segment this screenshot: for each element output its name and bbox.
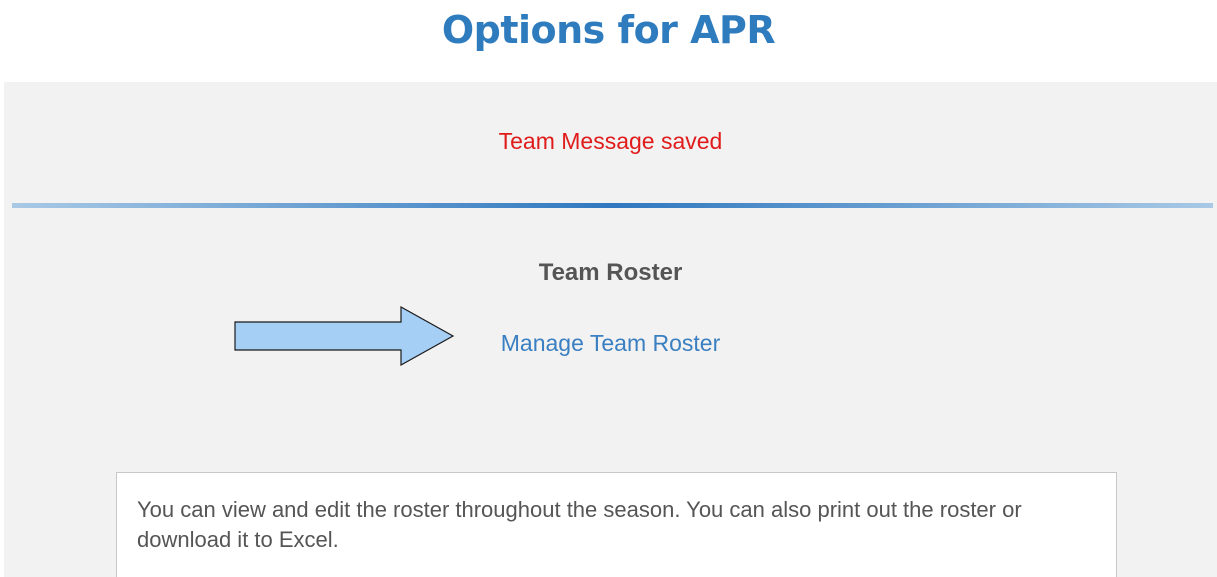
team-roster-heading: Team Roster	[538, 259, 683, 286]
page: Options for APR Team Message saved Team …	[0, 0, 1217, 577]
roster-description-box: You can view and edit the roster through…	[116, 472, 1117, 577]
page-title: Options for APR	[441, 8, 776, 52]
right-arrow-icon	[234, 306, 455, 366]
roster-description-text: You can view and edit the roster through…	[137, 497, 1022, 552]
options-panel: Team Message saved Team Roster Manage Te…	[4, 82, 1217, 577]
manage-team-roster-link[interactable]: Manage Team Roster	[4, 328, 1217, 358]
status-message: Team Message saved	[498, 128, 723, 154]
section-divider	[12, 203, 1213, 208]
